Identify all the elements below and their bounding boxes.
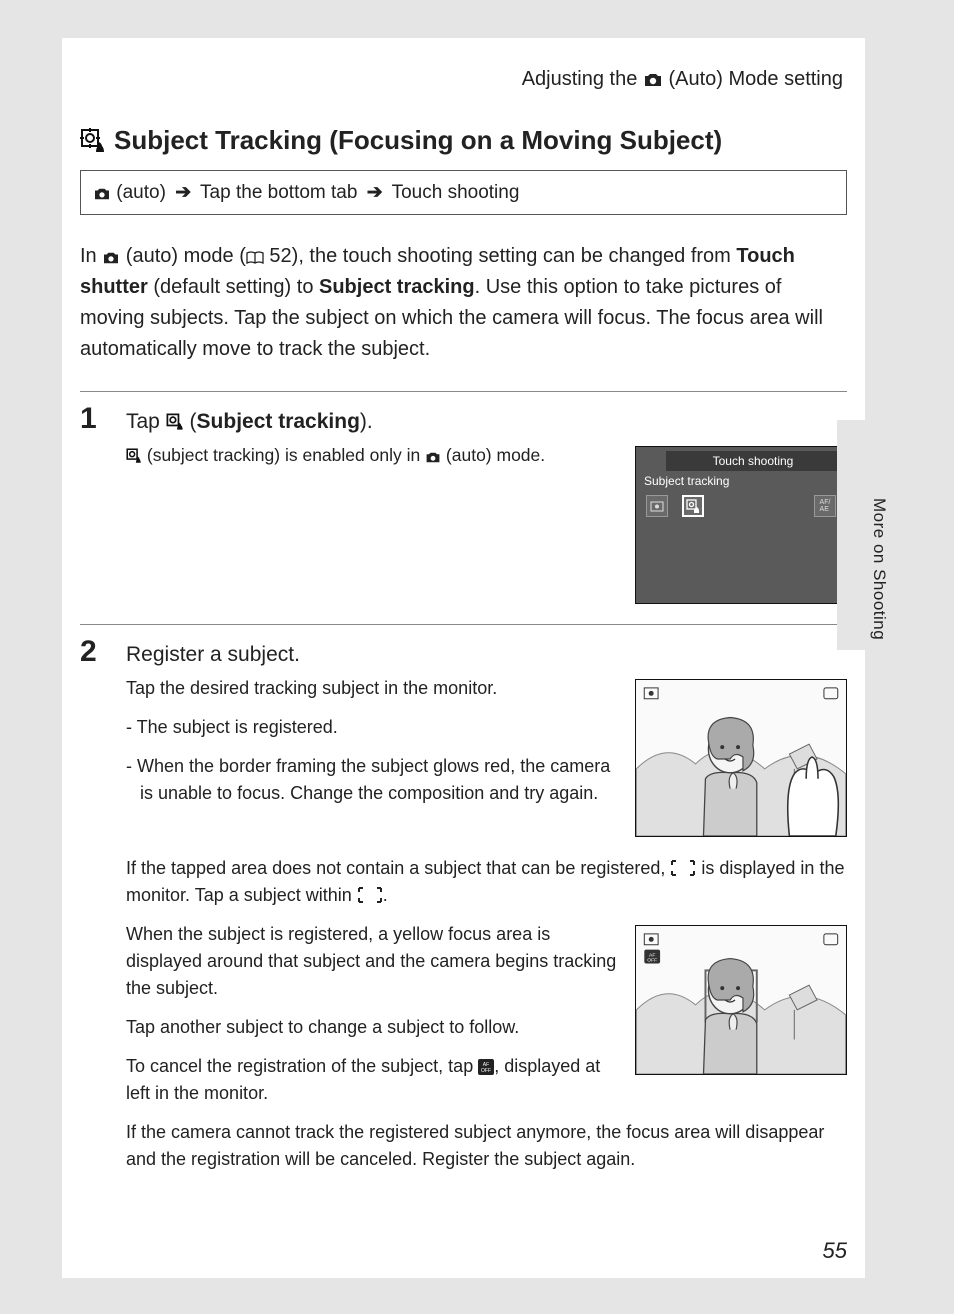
manual-page: Adjusting the (Auto) Mode setting Subjec…: [62, 38, 865, 1278]
text: Tap: [126, 410, 166, 433]
step-continuation: If the tapped area does not contain a su…: [80, 837, 847, 1173]
text: If the camera cannot track the registere…: [126, 1119, 847, 1173]
step-number: 1: [80, 402, 110, 436]
af-ae-option-icon: AF/AE: [814, 495, 836, 517]
side-tab-label: More on Shooting: [869, 498, 889, 640]
camera-icon: [93, 187, 111, 201]
text: Tap another subject to change a subject …: [126, 1014, 621, 1041]
text: (auto): [111, 182, 171, 203]
step-title: Register a subject.: [126, 643, 300, 667]
bullet-text: - When the border framing the subject gl…: [126, 753, 621, 807]
focus-brackets-icon: [357, 886, 383, 904]
text: Tap the bottom tab: [195, 182, 363, 203]
navigation-path-box: (auto) ➔ Tap the bottom tab ➔ Touch shoo…: [80, 170, 847, 215]
touch-shutter-option-icon: [646, 495, 668, 517]
subject-tracking-option-icon: [682, 495, 704, 517]
text: To cancel the registration of the subjec…: [126, 1056, 478, 1076]
submenu-label: Subject tracking: [636, 471, 846, 491]
text: In: [80, 245, 102, 267]
step-1: 1 Tap (Subject tracking). (subject track…: [80, 391, 847, 604]
text: (: [184, 410, 197, 433]
focus-brackets-icon: [670, 859, 696, 877]
page-number: 55: [823, 1238, 847, 1264]
thumb-tab: [837, 420, 865, 650]
step-2: 2 Register a subject. Tap the desired tr…: [80, 624, 847, 1173]
subject-tracking-icon: [166, 413, 184, 431]
camera-icon: [425, 451, 441, 464]
intro-paragraph: In (auto) mode ( 52), the touch shooting…: [80, 241, 847, 365]
text: When the subject is registered, a yellow…: [126, 921, 621, 1002]
arrow-icon: ➔: [175, 182, 191, 203]
menu-header: Touch shooting ↶: [666, 451, 840, 471]
text: (subject tracking) is enabled only in: [142, 445, 425, 465]
bold-text: Subject tracking: [319, 276, 475, 298]
text: Tap the desired tracking subject in the …: [126, 675, 621, 702]
bold-text: Subject tracking: [197, 410, 360, 433]
svg-text:OFF: OFF: [481, 1068, 491, 1074]
camera-icon: [643, 72, 663, 88]
book-icon: [246, 251, 264, 265]
text: ).: [360, 410, 373, 433]
running-header: Adjusting the (Auto) Mode setting: [80, 68, 847, 91]
text: Touch shooting: [387, 182, 520, 203]
text: (Auto) Mode setting: [663, 68, 843, 90]
title-text: Subject Tracking (Focusing on a Moving S…: [114, 125, 722, 156]
text: (default setting) to: [148, 276, 319, 298]
cancel-tracking-icon: AFOFF: [478, 1059, 494, 1075]
subject-tracking-icon: [126, 448, 142, 464]
arrow-icon: ➔: [367, 182, 383, 203]
text: Adjusting the: [522, 68, 643, 90]
section-title: Subject Tracking (Focusing on a Moving S…: [80, 125, 847, 156]
text: If the tapped area does not contain a su…: [126, 858, 670, 878]
illustration-register: [635, 679, 847, 837]
svg-text:OFF: OFF: [647, 958, 657, 964]
step-body-text: Tap the desired tracking subject in the …: [80, 675, 621, 837]
text: (auto) mode.: [441, 445, 545, 465]
text: 52), the touch shooting setting can be c…: [264, 245, 737, 267]
text: (auto) mode (: [120, 245, 246, 267]
bullet-text: - The subject is registered.: [126, 714, 621, 741]
step-number: 2: [80, 635, 110, 669]
text: .: [383, 885, 388, 905]
text: Touch shooting: [713, 454, 794, 468]
subject-tracking-icon: [80, 128, 106, 154]
illustration-menu: Touch shooting ↶ Subject tracking AF/AE: [635, 446, 847, 604]
camera-icon: [102, 251, 120, 265]
step-title: Tap (Subject tracking).: [126, 410, 373, 434]
illustration-tracking: AFOFF [ 25]: [635, 925, 847, 1075]
option-row: AF/AE: [636, 491, 846, 521]
step-body-text: (subject tracking) is enabled only in (a…: [80, 442, 621, 604]
